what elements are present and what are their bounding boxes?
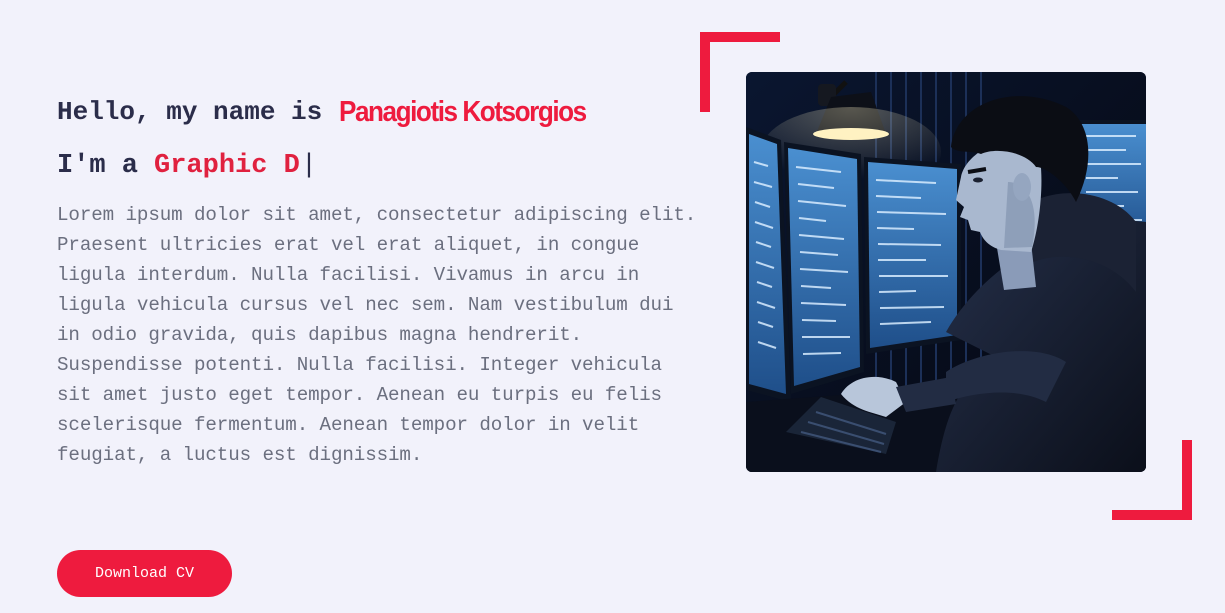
greeting-text: Hello, my name is bbox=[57, 97, 323, 127]
hero-intro: Hello, my name is Panagiotis Kotsorgios … bbox=[57, 86, 717, 470]
typing-cursor: | bbox=[300, 151, 318, 181]
greeting-heading: Hello, my name is Panagiotis Kotsorgios bbox=[57, 86, 717, 138]
role-prefix: I'm a bbox=[57, 151, 139, 181]
download-cv-button[interactable]: Download CV bbox=[57, 550, 232, 597]
role-heading: I'm a Graphic D | bbox=[57, 146, 717, 186]
monitor-right bbox=[864, 157, 961, 354]
role-typed-text: Graphic D bbox=[154, 151, 300, 181]
portrait-image bbox=[746, 72, 1146, 472]
bio-paragraph: Lorem ipsum dolor sit amet, consectetur … bbox=[57, 204, 697, 466]
person-name: Panagiotis Kotsorgios bbox=[339, 95, 587, 128]
developer-illustration bbox=[746, 72, 1146, 472]
monitor-middle bbox=[784, 142, 864, 394]
